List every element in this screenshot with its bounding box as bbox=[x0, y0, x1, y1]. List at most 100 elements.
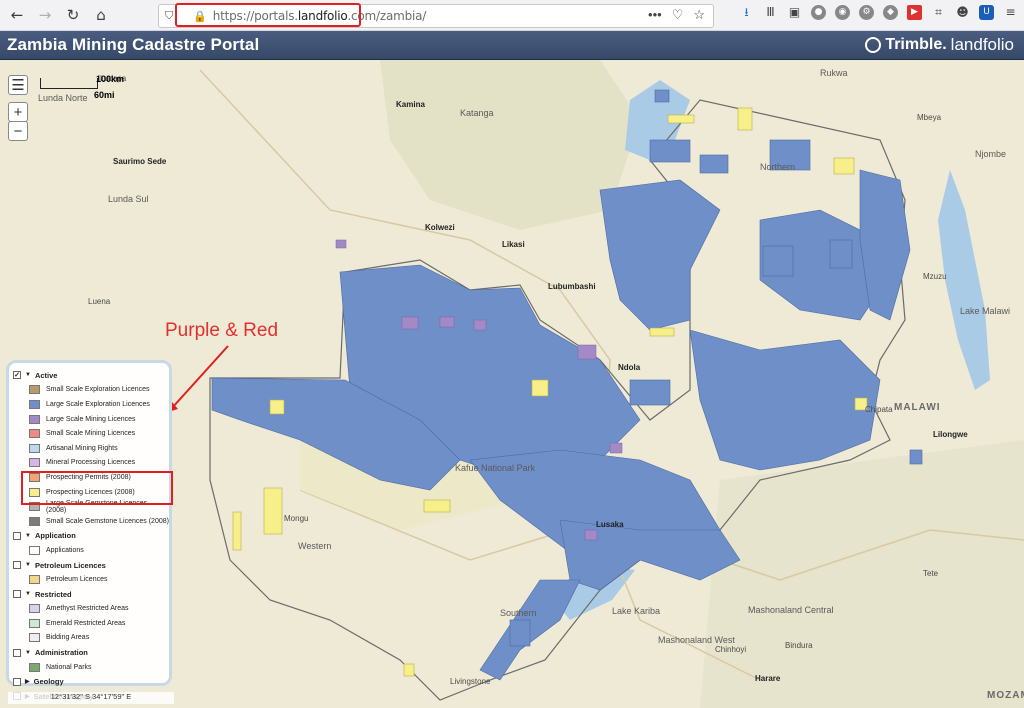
extension-icon[interactable]: ● bbox=[811, 5, 826, 20]
prospecting-block[interactable] bbox=[232, 511, 242, 551]
legend-checkbox[interactable] bbox=[13, 561, 21, 570]
legend-checkbox[interactable] bbox=[13, 590, 21, 599]
legend-swatch bbox=[29, 618, 40, 628]
bookmark-star-icon[interactable]: ☆ bbox=[693, 7, 705, 23]
caret-down-icon[interactable]: ▼ bbox=[25, 591, 31, 597]
prospecting-block[interactable] bbox=[263, 487, 283, 535]
prospecting-block[interactable] bbox=[531, 379, 549, 397]
licence-block[interactable] bbox=[909, 449, 923, 465]
download-icon[interactable]: ⭳ bbox=[739, 5, 754, 20]
back-icon[interactable]: ← bbox=[6, 4, 28, 26]
caret-down-icon[interactable]: ▼ bbox=[25, 562, 31, 568]
legend-checkbox[interactable] bbox=[13, 531, 21, 540]
map-label: Mongu bbox=[284, 514, 309, 523]
prospecting-block[interactable] bbox=[403, 663, 415, 677]
prospecting-block[interactable] bbox=[833, 157, 855, 175]
legend-item-label: Applications bbox=[46, 546, 84, 554]
legend-item: National Parks bbox=[13, 660, 169, 675]
app-header: Zambia Mining Cadastre Portal Trimble. l… bbox=[0, 31, 1024, 60]
map-label: Southern bbox=[500, 608, 537, 618]
legend-item-label: Small Scale Mining Licences bbox=[46, 430, 136, 438]
legend-checkbox[interactable]: ✓ bbox=[13, 371, 21, 380]
legend-group-application[interactable]: ▼ Application bbox=[13, 529, 169, 544]
caret-down-icon[interactable]: ▼ bbox=[25, 372, 31, 378]
map-label: Chinhoyi bbox=[715, 645, 747, 654]
layers-menu-button[interactable]: ☰ bbox=[8, 75, 28, 95]
prospecting-block[interactable] bbox=[649, 327, 675, 337]
licence-block[interactable] bbox=[509, 619, 531, 647]
coordinate-readout: 12°31'32" S 34°17'59" E bbox=[8, 692, 174, 704]
scale-km: 100km bbox=[96, 74, 125, 84]
legend-item-label: Small Scale Gemstone Licences (2008) bbox=[46, 517, 169, 525]
licence-block[interactable] bbox=[654, 89, 670, 103]
legend-item: Bidding Areas bbox=[13, 631, 169, 646]
reload-icon[interactable]: ↻ bbox=[62, 4, 84, 26]
legend-swatch bbox=[29, 516, 40, 526]
map-label: Lilongwe bbox=[933, 430, 968, 439]
legend-group-petroleum-licences[interactable]: ▼ Petroleum Licences bbox=[13, 558, 169, 573]
licence-block[interactable] bbox=[762, 245, 794, 277]
mining-licence-block[interactable] bbox=[584, 529, 598, 541]
zoom-out-button[interactable]: − bbox=[8, 121, 28, 141]
map-label: MOZAM bbox=[987, 690, 1024, 701]
licence-block[interactable] bbox=[699, 154, 729, 174]
extension-gear-icon[interactable]: ⚙ bbox=[859, 5, 874, 20]
map-label: Kolwezi bbox=[425, 223, 455, 232]
url-bar[interactable]: ⛉ 🔒 https://portals.landfolio.com/zambia… bbox=[158, 3, 714, 28]
extension-red-icon[interactable]: ▶ bbox=[907, 5, 922, 20]
prospecting-block[interactable] bbox=[667, 114, 695, 124]
mining-licence-block[interactable] bbox=[577, 344, 597, 360]
licence-block[interactable] bbox=[629, 379, 671, 406]
globe-icon bbox=[865, 37, 882, 53]
legend-group-label: Restricted bbox=[34, 589, 72, 599]
mining-licence-block[interactable] bbox=[335, 239, 347, 249]
mining-licence-block[interactable] bbox=[609, 442, 623, 454]
map-label: Luena bbox=[88, 297, 111, 306]
map-label: Kafue National Park bbox=[455, 463, 536, 473]
legend-group-active[interactable]: ✓ ▼ Active bbox=[13, 368, 169, 383]
caret-right-icon[interactable]: ▶ bbox=[25, 678, 30, 685]
mining-licence-block[interactable] bbox=[439, 316, 455, 328]
legend-item: Applications bbox=[13, 543, 169, 558]
sidebar-icon[interactable]: ▣ bbox=[787, 5, 802, 20]
scale-mi: 60mi bbox=[94, 90, 115, 100]
account-icon[interactable]: ☻ bbox=[955, 5, 970, 20]
legend-item: Petroleum Licences bbox=[13, 572, 169, 587]
licence-block[interactable] bbox=[649, 139, 691, 163]
crop-icon[interactable]: ⌗ bbox=[931, 5, 946, 20]
legend-swatch bbox=[29, 604, 40, 614]
legend-checkbox[interactable] bbox=[13, 677, 21, 686]
bitwarden-icon[interactable]: U bbox=[979, 5, 994, 20]
extension-blue-icon[interactable]: ◆ bbox=[883, 5, 898, 20]
mining-licence-block[interactable] bbox=[473, 319, 487, 331]
legend-panel[interactable]: ✓ ▼ Active Small Scale Exploration Licences… bbox=[6, 360, 173, 701]
extension-color-icon[interactable]: ◉ bbox=[835, 5, 850, 20]
legend-item: Large Scale Mining Licences bbox=[13, 412, 169, 427]
menu-icon[interactable]: ≡ bbox=[1003, 5, 1018, 20]
page-actions-icon[interactable]: ••• bbox=[648, 7, 662, 23]
zoom-in-button[interactable]: + bbox=[8, 102, 28, 122]
map-label: Lake Malawi bbox=[960, 306, 1011, 316]
prospecting-block[interactable] bbox=[269, 399, 285, 415]
legend-group-administration[interactable]: ▼ Administration bbox=[13, 645, 169, 660]
legend-group-geology[interactable]: ▶ Geology bbox=[13, 674, 169, 689]
caret-down-icon[interactable]: ▼ bbox=[25, 650, 31, 656]
map-label: Livingstone bbox=[450, 677, 491, 686]
map-label: Mbeya bbox=[917, 113, 942, 122]
home-icon[interactable]: ⌂ bbox=[90, 4, 112, 26]
mining-licence-block[interactable] bbox=[401, 316, 419, 330]
legend-group-label: Geology bbox=[33, 677, 64, 687]
map-label: Tete bbox=[923, 569, 939, 578]
map-view[interactable]: Lucapa Lunda Norte Kamina Katanga Saurimo Se… bbox=[0, 60, 1024, 708]
legend-item-label: National Parks bbox=[46, 663, 92, 671]
prospecting-block[interactable] bbox=[423, 499, 451, 513]
caret-down-icon[interactable]: ▼ bbox=[25, 533, 31, 539]
legend-group-restricted[interactable]: ▼ Restricted bbox=[13, 587, 169, 602]
licence-block[interactable] bbox=[829, 239, 853, 269]
legend-checkbox[interactable] bbox=[13, 648, 21, 657]
legend-item-label: Amethyst Restricted Areas bbox=[46, 605, 129, 613]
prospecting-block[interactable] bbox=[737, 107, 753, 131]
library-icon[interactable]: Ⅲ bbox=[763, 5, 778, 20]
forward-icon[interactable]: → bbox=[34, 4, 56, 26]
pocket-icon[interactable]: ♡ bbox=[672, 7, 684, 23]
